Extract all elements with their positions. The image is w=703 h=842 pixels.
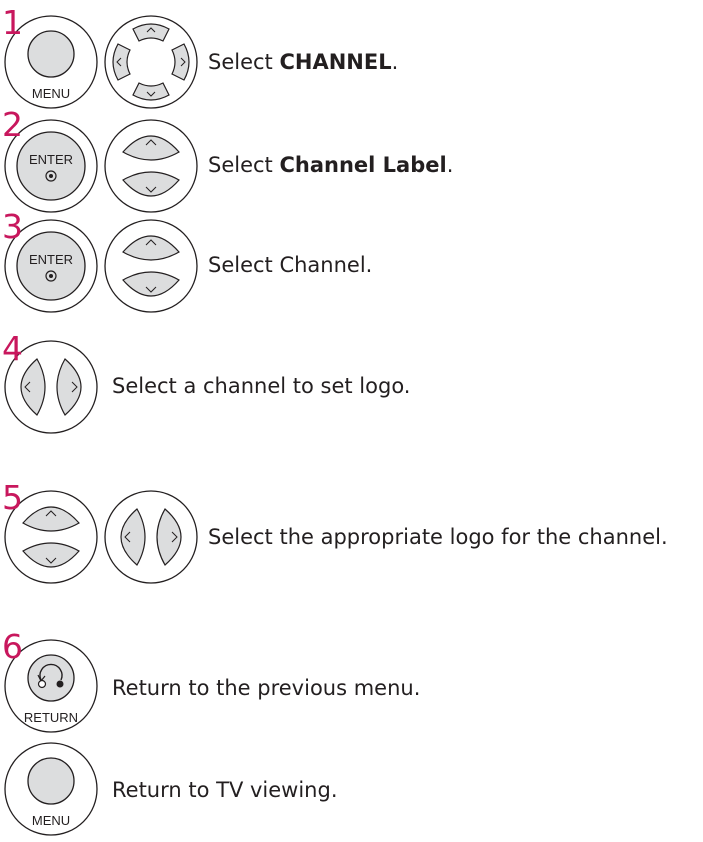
menu-button-label: MENU [32, 86, 70, 101]
step-1-instruction: Select CHANNEL. [208, 50, 399, 74]
step-2-menu-item: Channel Label [279, 153, 447, 177]
step-number-5: 5 [2, 478, 23, 517]
enter-button-label: ENTER [29, 152, 73, 167]
up-down-nav-icon[interactable] [103, 218, 199, 314]
menu-button-label: MENU [32, 813, 70, 828]
step-number-2: 2 [2, 105, 23, 144]
step-3-instruction: Select Channel. [208, 253, 373, 277]
four-way-nav-icon[interactable] [103, 14, 199, 110]
step-number-6: 6 [2, 627, 23, 666]
step-number-4: 4 [2, 329, 23, 368]
step-2-instruction: Select Channel Label. [208, 153, 454, 177]
step-number-3: 3 [2, 207, 23, 246]
left-right-nav-icon[interactable] [103, 489, 199, 585]
enter-button-label: ENTER [29, 252, 73, 267]
menu-button-icon[interactable]: MENU [3, 741, 99, 837]
step-5-instruction: Select the appropriate logo for the chan… [208, 525, 668, 549]
step-number-1: 1 [2, 3, 23, 42]
return-button-label: RETURN [24, 710, 78, 725]
step-7-instruction: Return to TV viewing. [112, 778, 338, 802]
step-4-instruction: Select a channel to set logo. [112, 374, 411, 398]
step-1-menu-item: CHANNEL [279, 50, 392, 74]
step-6-instruction: Return to the previous menu. [112, 676, 421, 700]
up-down-nav-icon[interactable] [103, 118, 199, 214]
